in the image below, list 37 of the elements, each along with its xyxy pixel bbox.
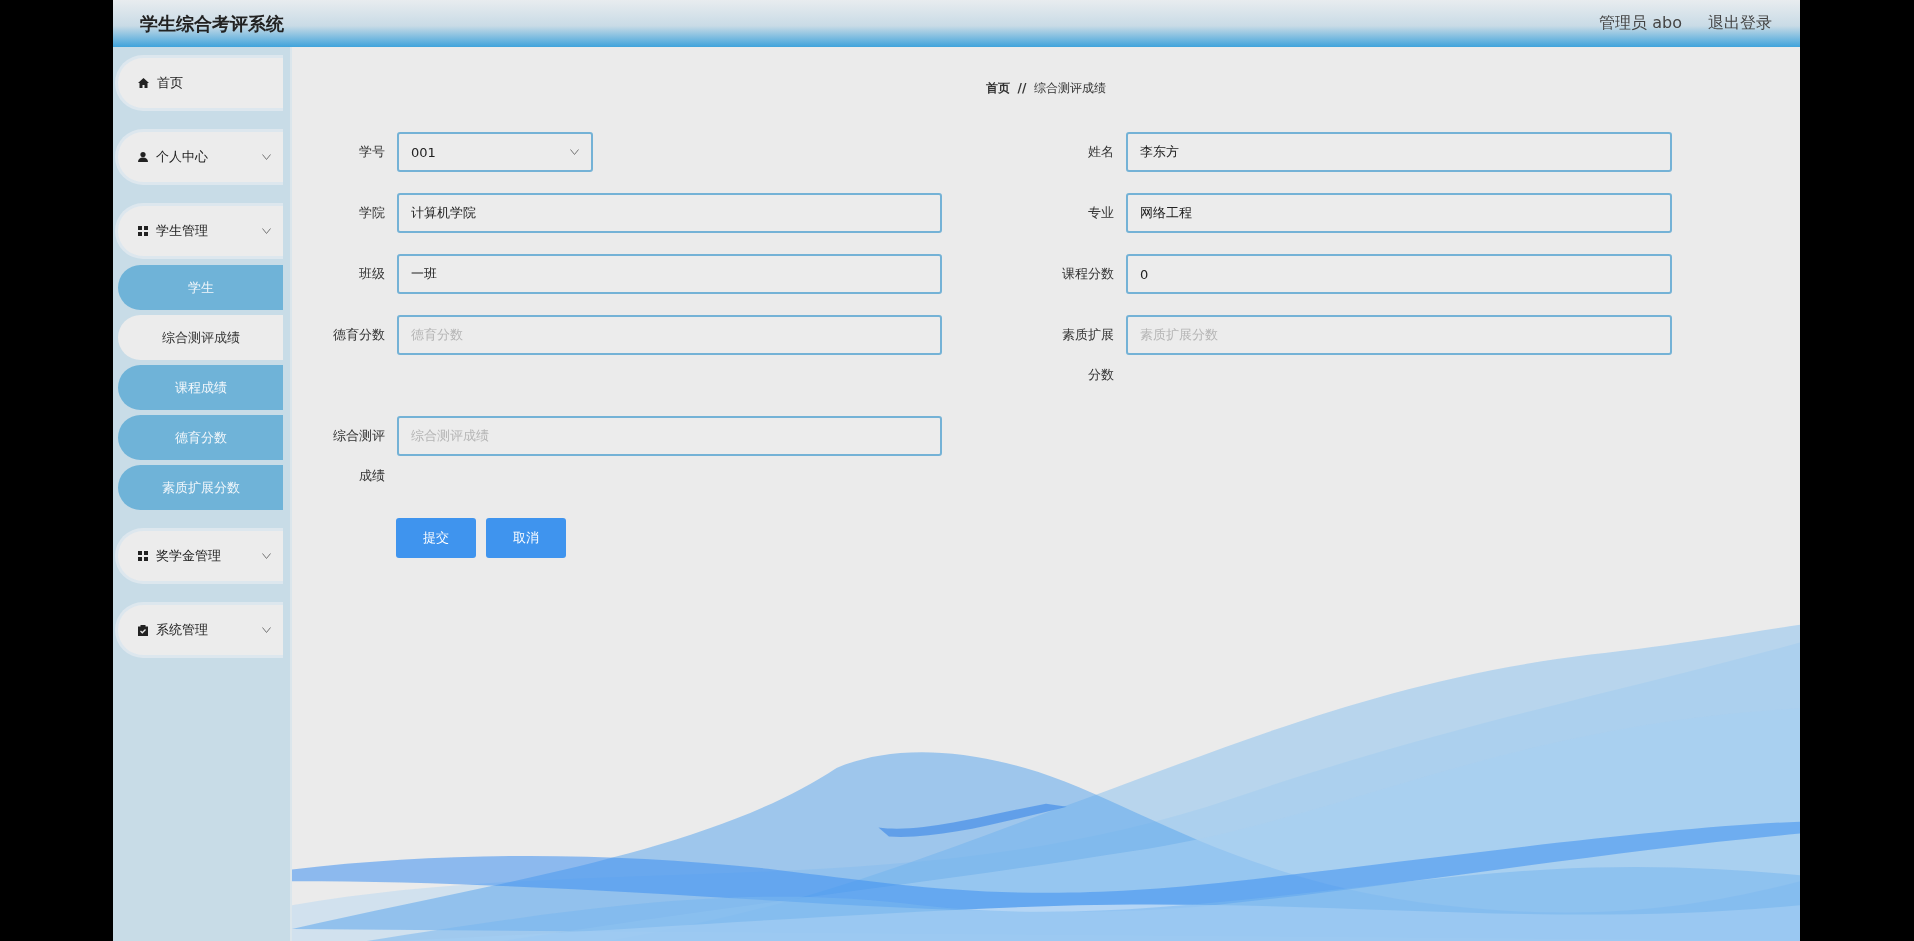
clipboard-icon: [138, 624, 148, 636]
field-label: 学院: [358, 204, 385, 222]
input-field[interactable]: 网络工程: [1126, 193, 1672, 233]
field-label: 素质扩展分数: [1061, 326, 1114, 384]
submenu-item[interactable]: 综合测评成绩: [118, 315, 283, 360]
chevron-icon: [262, 627, 271, 633]
menu-item[interactable]: 个人中心: [115, 129, 283, 185]
menu-item[interactable]: 系统管理: [115, 602, 283, 658]
input-field[interactable]: 计算机学院: [397, 193, 942, 233]
menu-item[interactable]: 奖学金管理: [115, 528, 283, 584]
input-field[interactable]: 一班: [397, 254, 942, 294]
field-label: 学号: [358, 143, 385, 161]
breadcrumb-link[interactable]: 首页: [985, 79, 1010, 97]
field-label: 姓名: [1087, 143, 1114, 161]
grid-icon: [138, 226, 148, 236]
field-label: 专业: [1087, 204, 1114, 222]
app-title: 学生综合考评系统: [140, 11, 285, 36]
menu-item[interactable]: 首页: [115, 55, 283, 111]
user-icon: [138, 152, 148, 162]
breadcrumb-separator: //: [1017, 81, 1027, 95]
menu-item[interactable]: 学生管理: [115, 203, 283, 259]
field-label: 德育分数: [332, 326, 385, 344]
home-icon: [138, 78, 149, 88]
input-field[interactable]: 0: [1126, 254, 1672, 294]
field-label: 课程分数: [1061, 265, 1114, 283]
chevron-icon: [262, 228, 271, 234]
logout-link[interactable]: 退出登录: [1708, 13, 1772, 34]
grid-icon: [138, 551, 148, 561]
breadcrumb-current: 综合测评成绩: [1034, 79, 1107, 97]
select-field[interactable]: 001: [397, 132, 593, 172]
chevron-icon: [262, 154, 271, 160]
field-label: 综合测评成绩: [332, 427, 385, 485]
user-label: 管理员 abo: [1599, 13, 1682, 34]
chevron-icon: [570, 149, 579, 155]
input-field[interactable]: 李东方: [1126, 132, 1672, 172]
chevron-icon: [262, 553, 271, 559]
field-label: 班级: [358, 265, 385, 283]
